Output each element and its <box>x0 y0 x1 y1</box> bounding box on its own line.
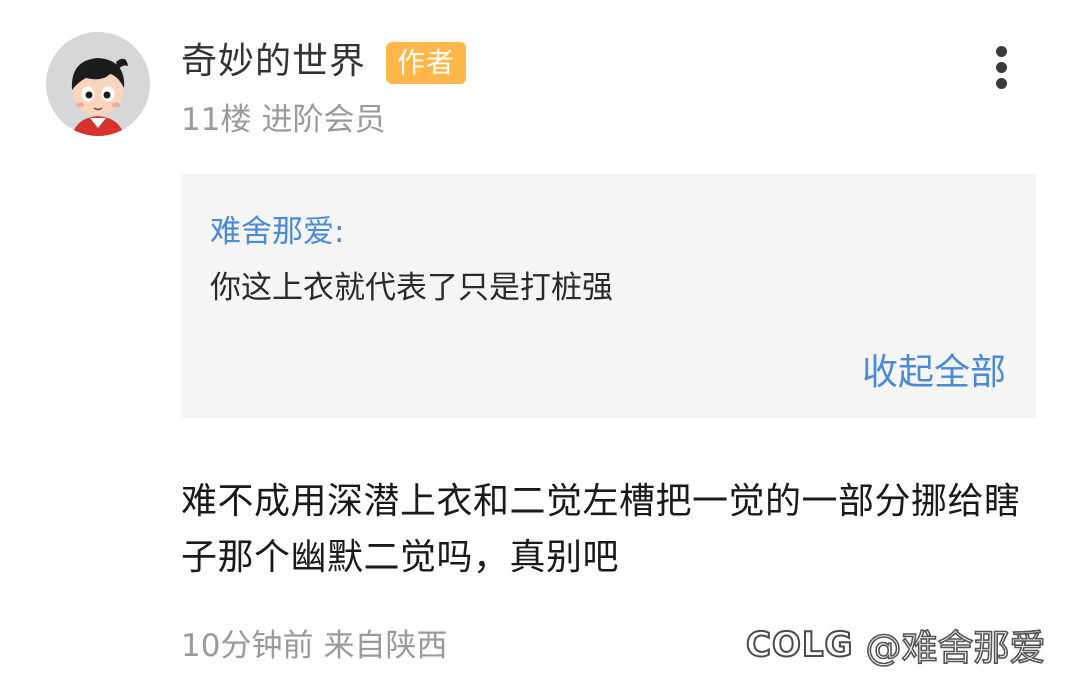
watermark: COLG @难舍那爱 <box>745 620 1047 670</box>
cartoon-boy-avatar-icon <box>46 32 150 136</box>
username[interactable]: 奇妙的世界 <box>181 38 366 86</box>
avatar[interactable] <box>46 32 150 136</box>
floor-number: 11楼 <box>181 102 252 138</box>
post-body: 难不成用深潜上衣和二觉左槽把一觉的一部分挪给瞎子那个幽默二觉吗，真别吧 <box>181 481 1021 578</box>
post-meta: 11楼 进阶会员 <box>181 98 395 142</box>
menu-dot <box>996 46 1007 57</box>
post-location: 来自陕西 <box>323 628 448 664</box>
collapse-all-button[interactable]: 收起全部 <box>862 348 1006 398</box>
quoted-text: 你这上衣就代表了只是打桩强 <box>210 270 613 306</box>
quoted-reply: 难舍那爱: 你这上衣就代表了只是打桩强 收起全部 <box>181 174 1036 418</box>
watermark-handle: @难舍那爱 <box>865 627 1047 670</box>
post-footer: 10分钟前 来自陕西 <box>181 624 457 668</box>
more-vertical-icon[interactable] <box>984 42 1020 90</box>
colg-logo: COLG <box>745 624 854 666</box>
post-time: 10分钟前 <box>181 628 314 664</box>
menu-dot <box>996 62 1007 73</box>
menu-dot <box>996 78 1007 89</box>
author-badge: 作者 <box>386 42 466 84</box>
member-level: 进阶会员 <box>261 102 386 138</box>
quoted-username[interactable]: 难舍那爱: <box>210 210 344 254</box>
